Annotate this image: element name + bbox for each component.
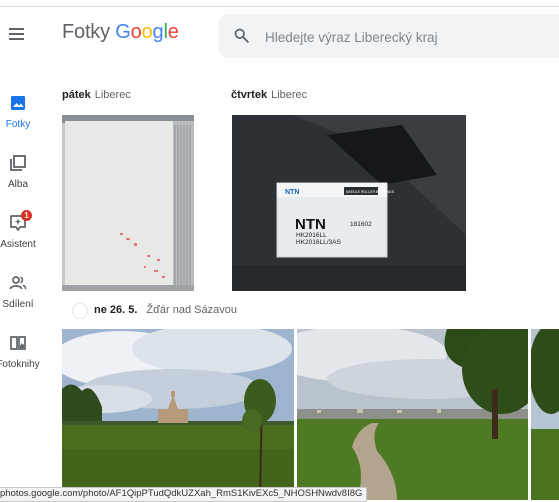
browser-top-edge [0, 0, 559, 7]
box-code: 181602 [350, 221, 372, 228]
sidebar-item-label: Fotky [5, 119, 31, 130]
section-date: čtvrtek [231, 89, 268, 101]
select-day-checkbox[interactable] [72, 303, 88, 319]
search-icon[interactable] [233, 27, 250, 44]
app-header: Fotky Google [0, 7, 559, 65]
photo-image [62, 329, 294, 500]
sidebar-item-label: Sdílení [2, 299, 34, 310]
logo-brand: Fotky [62, 21, 110, 43]
sidebar-item-label: Fotoknihy [0, 359, 40, 370]
photo-thumbnail[interactable] [297, 329, 528, 500]
box-brand-small: NTN [285, 189, 299, 196]
box-brand: NTN [295, 216, 326, 233]
section-location[interactable]: Žďár nad Sázavou [146, 304, 237, 316]
sidebar-item-label: Asistent [0, 239, 36, 250]
section-header: pátek Liberec [62, 89, 131, 101]
box-model-alt: HK2016LL/3AS [296, 239, 341, 246]
photos-icon [11, 96, 25, 110]
section-date: ne 26. 5. [94, 304, 138, 316]
search-bar [219, 14, 559, 58]
section-date: pátek [62, 89, 91, 101]
sidebar-item-albums[interactable]: Alba [0, 148, 46, 204]
box-model: HK2016LL [296, 232, 327, 239]
logo-google: Google [115, 21, 179, 43]
section-location[interactable]: Liberec [271, 89, 307, 101]
albums-icon [10, 155, 26, 171]
section-header: ne 26. 5. Žďár nad Sázavou [94, 304, 237, 316]
photo-image [62, 115, 194, 291]
sharing-icon [9, 276, 27, 290]
photo-thumbnail[interactable] [62, 329, 294, 500]
sidebar-item-photobooks[interactable]: Fotoknihy [0, 328, 46, 384]
sidebar-item-label: Alba [7, 179, 28, 190]
search-input[interactable] [263, 26, 547, 48]
section-location[interactable]: Liberec [95, 89, 131, 101]
photo-thumbnail[interactable]: NTN NEEDLE ROLLER BEARINGS NTN 181602 HK… [232, 115, 466, 291]
photo-image [297, 329, 528, 500]
notification-badge: 1 [21, 210, 32, 221]
photo-thumbnail[interactable] [62, 115, 194, 291]
box-label: NEEDLE ROLLER BEARINGS [346, 190, 395, 194]
photo-thumbnail[interactable] [531, 329, 559, 500]
sidebar-item-assistant[interactable]: 1 Asistent [0, 208, 46, 264]
main-menu-icon[interactable] [6, 23, 28, 45]
photo-image: NTN NEEDLE ROLLER BEARINGS NTN 181602 HK… [232, 115, 466, 291]
sidebar-item-photos[interactable]: Fotky [0, 88, 46, 144]
sidebar-item-sharing[interactable]: Sdílení [0, 268, 46, 324]
photobook-icon [10, 336, 26, 350]
photo-image [531, 329, 559, 500]
section-header: čtvrtek Liberec [231, 89, 307, 101]
app-logo[interactable]: Fotky Google [62, 21, 179, 44]
